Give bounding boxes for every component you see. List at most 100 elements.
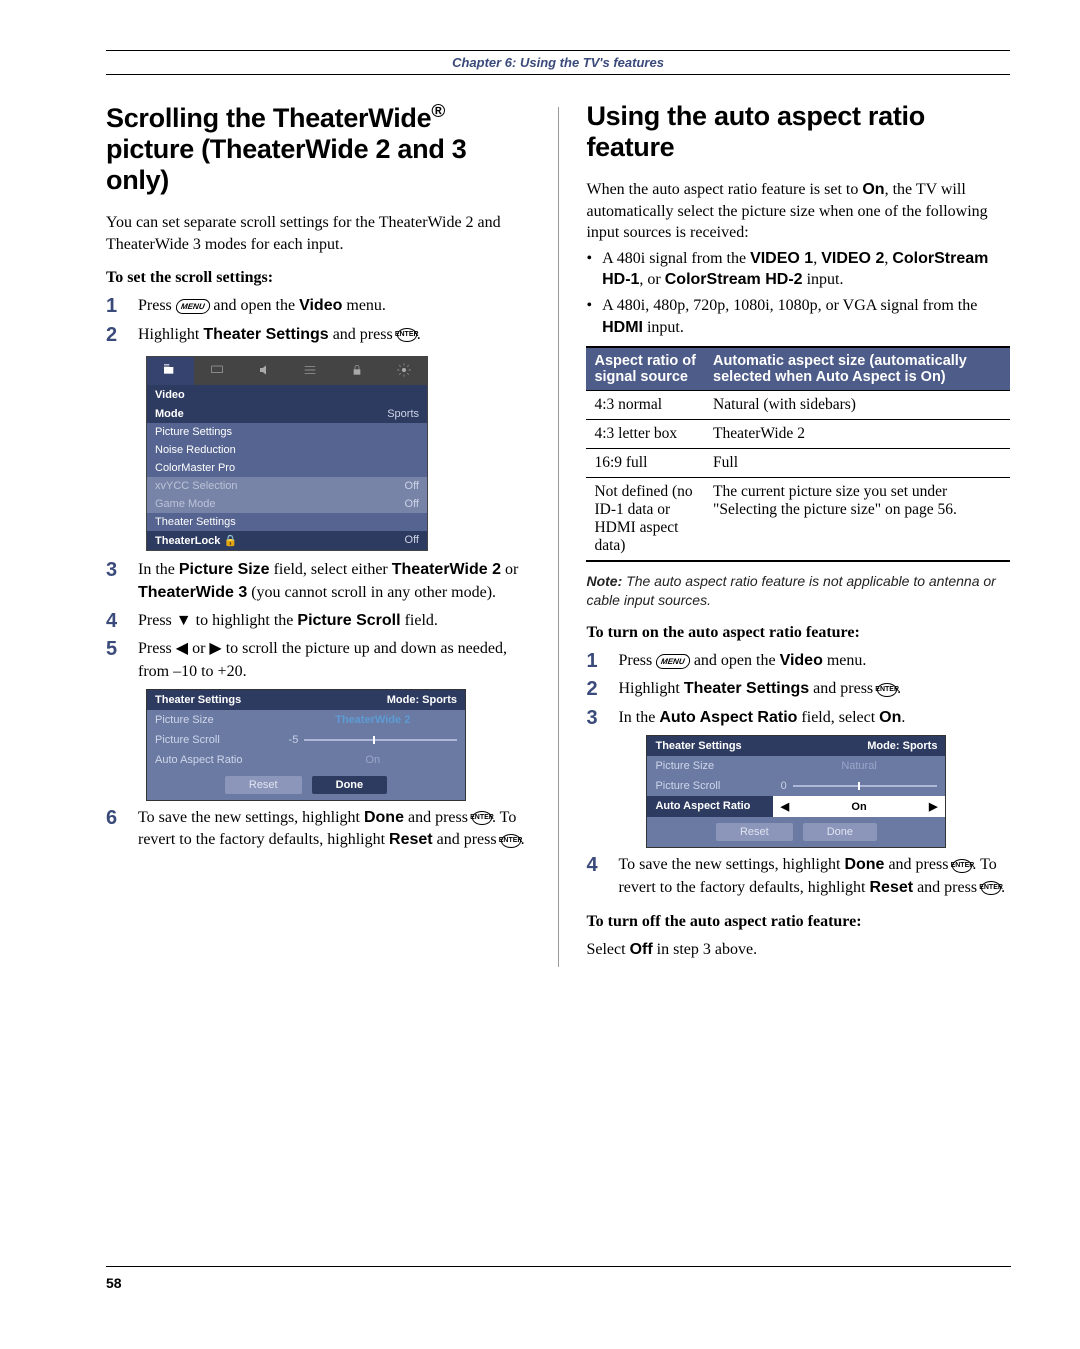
right-arrow-icon: ▶ [209, 640, 221, 657]
t: Highlight [138, 326, 203, 343]
title-text-b: picture (TheaterWide 2 and 3 only) [106, 134, 466, 195]
t: . [897, 680, 901, 697]
menu-row: ColorMaster Pro [147, 459, 427, 477]
t: Picture Scroll [147, 730, 281, 750]
t: menu. [342, 297, 386, 314]
enter-key-icon: ENTER [397, 328, 417, 342]
t: and open the [209, 297, 299, 314]
left-arrow-icon: ◀ [176, 640, 188, 657]
t: Press [618, 652, 656, 669]
row-picture-size: Picture Size Natural [647, 756, 945, 776]
down-arrow-icon: ▼ [176, 612, 192, 629]
t: or [501, 561, 518, 578]
t: Reset [389, 831, 433, 848]
column-divider [558, 107, 559, 967]
t: To save the new settings, highlight [618, 856, 844, 873]
table-header-row: Aspect ratio of signal source Automatic … [586, 347, 1010, 391]
right-p1: When the auto aspect ratio feature is se… [586, 179, 1010, 244]
t: On [281, 750, 465, 770]
t: field, select either [270, 561, 392, 578]
step-num: 2 [586, 678, 604, 700]
bullet-list: A 480i signal from the VIDEO 1, VIDEO 2,… [586, 248, 1010, 338]
active-value: ◀ On ▶ [773, 796, 946, 817]
t: . [521, 831, 525, 848]
t: , or [639, 271, 664, 288]
t: and press [884, 856, 952, 873]
step-num: 3 [586, 707, 604, 729]
t: Press [138, 612, 176, 629]
row-picture-scroll: Picture Scroll -5 [147, 730, 465, 750]
page: Chapter 6: Using the TV's features Scrol… [0, 0, 1080, 967]
t: Theater Settings [655, 740, 741, 752]
step-3: 3 In the Picture Size field, select eith… [106, 559, 530, 604]
theater-settings-screenshot-1: Theater Settings Mode: Sports Picture Si… [146, 689, 466, 801]
t: to highlight the [192, 612, 298, 629]
t: and press [404, 809, 472, 826]
row-picture-scroll: Picture Scroll 0 [647, 776, 945, 796]
rstep-4: 4 To save the new settings, highlight Do… [586, 854, 1010, 899]
t: Picture Size [147, 710, 281, 730]
enter-key-icon: ENTER [501, 834, 521, 848]
bullet-1: A 480i signal from the VIDEO 1, VIDEO 2,… [586, 248, 1010, 291]
t: Picture Scroll [647, 776, 772, 796]
reset-button: Reset [716, 823, 793, 841]
theater-settings-screenshot-2: Theater Settings Mode: Sports Picture Si… [646, 735, 946, 848]
t: Done [364, 809, 404, 826]
t: Video [780, 652, 823, 669]
left-steps-cont2: 6 To save the new settings, highlight Do… [106, 807, 530, 852]
menu-row: ModeSports [147, 405, 427, 423]
right-title: Using the auto aspect ratio feature [586, 101, 1010, 163]
table-row: Not defined (no ID-1 data or HDMI aspect… [586, 478, 1010, 562]
t: and open the [690, 652, 780, 669]
display-tab-icon [194, 362, 241, 381]
t: input. [803, 271, 844, 288]
dialog-title: Theater Settings Mode: Sports [147, 690, 465, 710]
t: TheaterWide 2 [392, 561, 501, 578]
t: Off [630, 941, 653, 958]
note-text: The auto aspect ratio feature is not app… [586, 573, 995, 608]
right-steps: 1 Press MENU and open the Video menu. 2 … [586, 650, 1010, 729]
t: ColorStream HD-2 [665, 271, 803, 288]
menu-key-icon: MENU [175, 299, 211, 314]
dialog-title: Theater Settings Mode: Sports [647, 736, 945, 756]
left-subhead: To set the scroll settings: [106, 269, 530, 287]
step-num: 5 [106, 638, 124, 660]
t: Auto Aspect Ratio [647, 796, 772, 817]
t: . [417, 326, 421, 343]
note: Note: The auto aspect ratio feature is n… [586, 572, 1010, 610]
right-column: Using the auto aspect ratio feature When… [586, 101, 1010, 967]
t: Reset [870, 879, 914, 896]
step-2: 2 Highlight Theater Settings and press E… [106, 324, 530, 346]
enter-key-icon: ENTER [877, 683, 897, 697]
gear-tab-icon [380, 362, 427, 381]
t: Select [586, 941, 629, 958]
t: field, select [797, 709, 879, 726]
t: Press [138, 297, 176, 314]
dialog-buttons: Reset Done [647, 817, 945, 847]
page-footer: 58 [106, 1266, 1011, 1293]
enter-key-icon: ENTER [472, 811, 492, 825]
slider: -5 [281, 730, 465, 750]
t: and press [913, 879, 981, 896]
step-text: To save the new settings, highlight Done… [618, 854, 1010, 899]
step-text: Press ▼ to highlight the Picture Scroll … [138, 610, 530, 632]
registered-mark: ® [431, 101, 445, 122]
step-text: To save the new settings, highlight Done… [138, 807, 530, 852]
menu-row: Noise Reduction [147, 441, 427, 459]
table-row: 4:3 normalNatural (with sidebars) [586, 391, 1010, 420]
t: Natural [773, 756, 946, 776]
left-title: Scrolling the TheaterWide® picture (Thea… [106, 101, 530, 196]
step-num: 6 [106, 807, 124, 829]
t: Auto Aspect Ratio [147, 750, 281, 770]
aspect-ratio-table: Aspect ratio of signal source Automatic … [586, 346, 1010, 562]
dialog-buttons: Reset Done [147, 770, 465, 800]
table-row: 16:9 fullFull [586, 449, 1010, 478]
done-button: Done [312, 776, 388, 794]
step-text: Highlight Theater Settings and press ENT… [618, 678, 1010, 700]
subhead-off: To turn off the auto aspect ratio featur… [586, 913, 1010, 931]
t: Done [844, 856, 884, 873]
menu-tabs [147, 357, 427, 385]
t: On [862, 181, 884, 198]
t: VIDEO 2 [821, 250, 884, 267]
t: in step 3 above. [653, 941, 757, 958]
